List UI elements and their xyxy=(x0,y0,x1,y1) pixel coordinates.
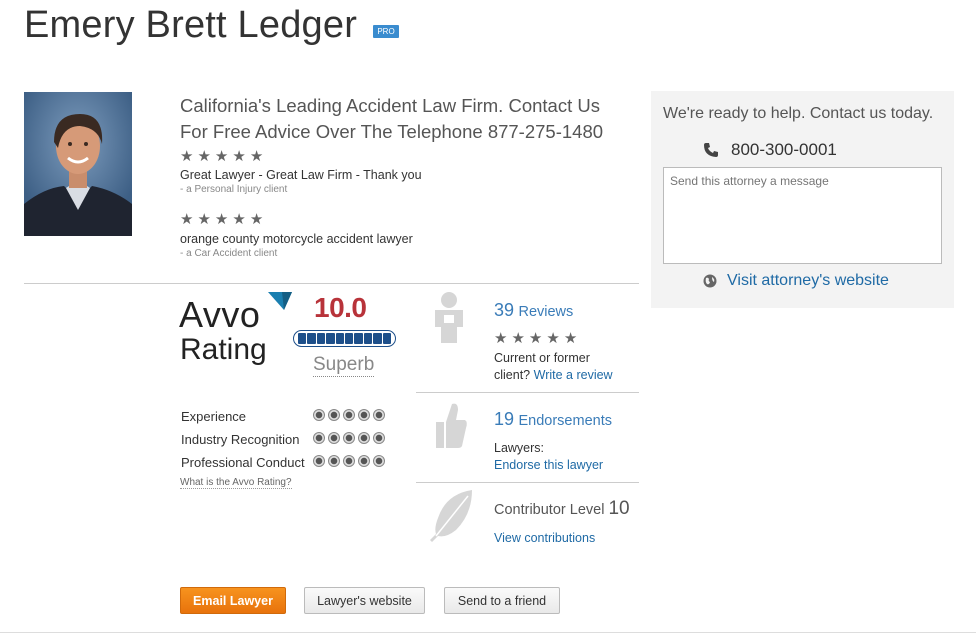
view-contributions-link[interactable]: View contributions xyxy=(494,530,595,547)
industry-recognition-dots xyxy=(313,432,385,444)
contributor-level: Contributor Level 10 xyxy=(494,498,630,519)
category-professional-conduct: Professional Conduct xyxy=(181,455,305,470)
endorsements-label: Endorsements xyxy=(518,413,612,429)
star-icon: ★ xyxy=(197,148,215,165)
review-2-source: - a Car Accident client xyxy=(180,248,278,259)
reviews-stat[interactable]: 39 Reviews xyxy=(494,300,573,321)
star-icon: ★ xyxy=(180,148,198,165)
feather-icon xyxy=(430,490,472,542)
reviews-stars: ★★★★★ xyxy=(494,331,581,347)
bottom-divider xyxy=(0,632,976,633)
message-textarea[interactable] xyxy=(663,167,942,264)
star-icon: ★ xyxy=(511,330,529,347)
divider xyxy=(24,283,639,284)
avvo-logo-word: Avvo xyxy=(179,294,261,335)
star-icon: ★ xyxy=(249,148,268,165)
star-icon: ★ xyxy=(214,211,233,228)
avvo-logo-rating: Rating xyxy=(180,333,267,366)
professional-conduct-dots xyxy=(313,455,385,467)
review-1-text: Great Lawyer - Great Law Firm - Thank yo… xyxy=(180,168,422,182)
lawyers-website-button[interactable]: Lawyer's website xyxy=(304,587,425,614)
contact-heading: We're ready to help. Contact us today. xyxy=(663,105,934,122)
rating-bar xyxy=(293,330,396,347)
review-1-source: - a Personal Injury client xyxy=(180,184,288,195)
star-icon: ★ xyxy=(563,330,582,347)
endorse-prompt: Lawyers: xyxy=(494,441,545,455)
write-review-link[interactable]: Write a review xyxy=(534,368,613,382)
star-icon: ★ xyxy=(249,211,268,228)
send-to-friend-button[interactable]: Send to a friend xyxy=(444,587,560,614)
star-icon: ★ xyxy=(232,211,250,228)
review-1-stars: ★★★★★ xyxy=(180,149,267,165)
globe-icon xyxy=(703,274,717,288)
endorse-lawyer-link[interactable]: Endorse this lawyer xyxy=(494,457,603,474)
profile-headline: California's Leading Accident Law Firm. … xyxy=(180,95,604,142)
reviews-count: 39 xyxy=(494,300,515,320)
thumbs-up-icon xyxy=(436,403,467,448)
star-icon: ★ xyxy=(214,148,233,165)
star-icon: ★ xyxy=(494,330,512,347)
category-industry-recognition: Industry Recognition xyxy=(181,432,300,447)
star-icon: ★ xyxy=(197,211,215,228)
contributor-level-number: 10 xyxy=(608,498,630,519)
review-2-text: orange county motorcycle accident lawyer xyxy=(180,232,413,246)
endorsements-stat[interactable]: 19 Endorsements xyxy=(494,409,612,430)
lawyer-photo xyxy=(24,92,132,236)
divider xyxy=(416,392,639,393)
star-icon: ★ xyxy=(180,211,198,228)
rating-score: 10.0 xyxy=(314,292,367,323)
what-is-avvo-rating-link[interactable]: What is the Avvo Rating? xyxy=(180,477,292,489)
reviewer-icon xyxy=(435,292,463,343)
visit-website-link[interactable]: Visit attorney's website xyxy=(703,272,889,290)
pro-badge: PRO xyxy=(373,25,399,38)
reviews-prompt-line2: client? Write a review xyxy=(494,368,613,382)
star-icon: ★ xyxy=(232,148,250,165)
divider xyxy=(416,482,639,483)
lawyer-name: Emery Brett Ledger xyxy=(24,4,358,46)
email-lawyer-button[interactable]: Email Lawyer xyxy=(180,587,286,614)
phone-number[interactable]: 800-300-0001 xyxy=(703,140,837,160)
contact-panel: We're ready to help. Contact us today. 8… xyxy=(651,91,954,308)
category-experience: Experience xyxy=(181,409,247,424)
rating-label: Superb xyxy=(313,354,375,377)
avvo-logo-mark xyxy=(268,292,292,310)
star-icon: ★ xyxy=(546,330,564,347)
phone-icon xyxy=(704,143,718,157)
review-2-stars: ★★★★★ xyxy=(180,212,267,228)
endorsements-count: 19 xyxy=(494,409,515,429)
reviews-prompt-line1: Current or former xyxy=(494,351,590,365)
star-icon: ★ xyxy=(528,330,547,347)
experience-dots xyxy=(313,409,385,421)
reviews-label: Reviews xyxy=(518,304,574,320)
